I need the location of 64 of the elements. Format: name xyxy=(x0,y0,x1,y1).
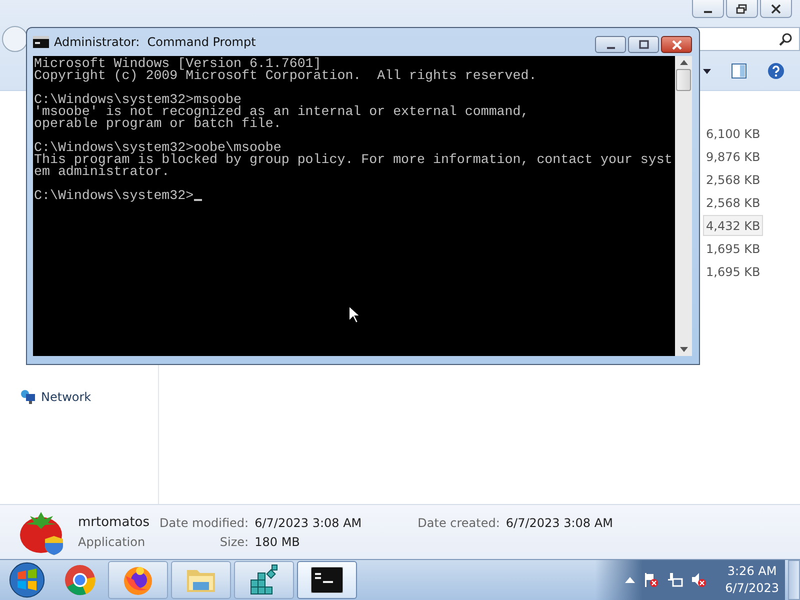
restore-icon xyxy=(736,4,748,14)
clock-date: 6/7/2023 xyxy=(725,580,779,597)
cubes-icon xyxy=(248,564,280,596)
console-line: Copyright (c) 2009 Microsoft Corporation. All rights reserved. xyxy=(34,70,537,82)
field-value: 180 MB xyxy=(254,535,301,549)
minimize-icon xyxy=(704,10,712,12)
minimize-button[interactable] xyxy=(595,36,626,53)
file-size: 2,568 KB xyxy=(705,194,762,212)
speaker-icon[interactable] xyxy=(691,572,708,588)
flag-icon[interactable] xyxy=(643,572,660,588)
console-line: 'msoobe' is not recognized as an internal or external command, xyxy=(34,106,529,118)
minimize-button[interactable] xyxy=(692,0,724,18)
close-icon xyxy=(770,4,782,14)
file-size: 9,876 KB xyxy=(705,148,762,166)
network-icon xyxy=(20,389,36,405)
preview-pane-icon[interactable] xyxy=(731,63,747,79)
console-line: C:\Windows\system32>oobe\msoobe xyxy=(34,142,282,154)
console-line: C:\Windows\system32>msoobe xyxy=(34,94,242,106)
close-icon xyxy=(670,40,682,50)
file-size: 2,568 KB xyxy=(705,172,762,188)
window-title: Administrator: Command Prompt xyxy=(54,35,256,49)
browser-icon xyxy=(122,564,154,596)
mouse-pointer-icon xyxy=(348,305,360,324)
search-field[interactable] xyxy=(696,27,800,51)
show-hidden-icons-icon[interactable] xyxy=(625,577,636,583)
taskbar-button[interactable] xyxy=(108,561,168,599)
close-button[interactable] xyxy=(661,36,692,53)
console-line: operable program or batch file. xyxy=(34,118,282,130)
field-label: Date modified: xyxy=(160,516,249,530)
search-icon xyxy=(779,32,793,46)
scrollbar[interactable] xyxy=(675,56,692,356)
console-icon xyxy=(311,567,343,593)
field-label: Date created: xyxy=(418,516,500,530)
maximize-icon xyxy=(638,40,650,50)
console-line: Microsoft Windows [Version 6.1.7601] xyxy=(34,58,322,70)
field-label: Size: xyxy=(218,535,249,549)
close-button[interactable] xyxy=(760,0,792,18)
dropdown-icon[interactable] xyxy=(703,68,711,74)
file-size: 4,432 KB xyxy=(703,215,764,236)
file-size: 1,695 KB xyxy=(705,264,762,280)
restore-button[interactable] xyxy=(726,0,758,18)
help-icon[interactable] xyxy=(767,62,785,80)
network-icon[interactable] xyxy=(667,572,684,588)
back-button[interactable] xyxy=(2,26,28,52)
scroll-up-icon[interactable] xyxy=(680,60,688,65)
file-size: 1,695 KB xyxy=(705,240,762,258)
file-type: Application xyxy=(78,535,146,549)
file-size: 6,100 KB xyxy=(705,126,762,142)
console-line: em administrator. xyxy=(34,166,170,178)
console-icon xyxy=(33,36,49,48)
taskbar-button[interactable] xyxy=(297,561,357,599)
field-value: 6/7/2023 3:08 AM xyxy=(506,516,613,530)
console-line: This program is blocked by group policy. For more information, contact your syst xyxy=(34,154,672,166)
scroll-down-icon[interactable] xyxy=(680,347,688,352)
minimize-icon xyxy=(606,46,614,48)
nav-item[interactable]: Network xyxy=(0,389,158,405)
clock-time: 3:26 AM xyxy=(727,563,777,580)
field-value: 6/7/2023 3:08 AM xyxy=(254,516,362,530)
browser-icon xyxy=(64,564,96,596)
console-line: C:\Windows\system32> xyxy=(34,190,194,202)
taskbar-button[interactable] xyxy=(234,561,294,599)
scroll-thumb[interactable] xyxy=(676,69,691,91)
file-name: mrtomatos xyxy=(78,515,150,530)
maximize-button[interactable] xyxy=(628,36,659,53)
